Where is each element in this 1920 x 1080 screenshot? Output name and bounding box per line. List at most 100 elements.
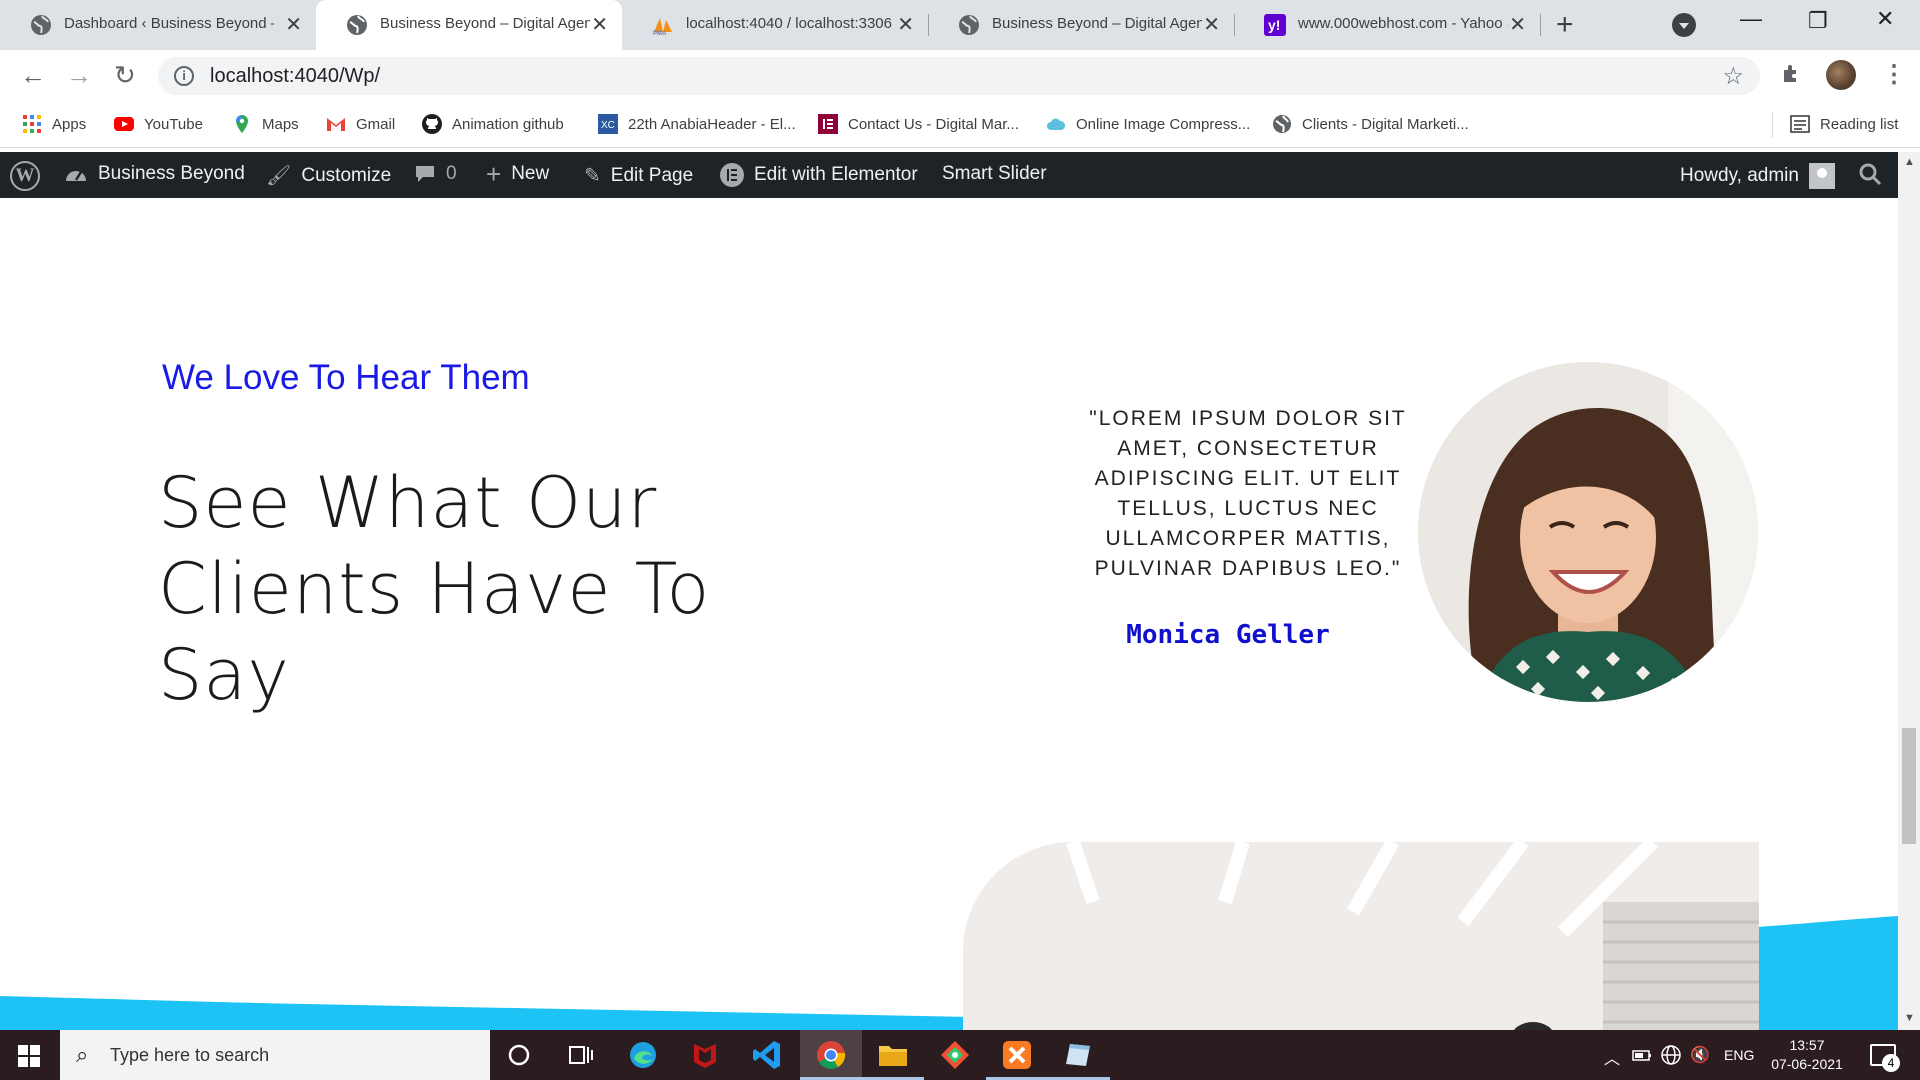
svg-text:XC: XC [601, 120, 615, 131]
file-explorer-icon[interactable] [876, 1038, 910, 1072]
chrome-icon[interactable] [814, 1038, 848, 1072]
svg-text:y!: y! [1268, 17, 1280, 33]
site-icon: XC [598, 114, 618, 134]
close-icon[interactable]: ✕ [591, 12, 608, 37]
mcafee-icon[interactable] [688, 1038, 722, 1072]
wp-edit-page-link[interactable]: ✎ Edit Page [584, 163, 693, 188]
reload-icon[interactable]: ↻ [114, 60, 136, 91]
phpmyadmin-icon: PMA [653, 18, 672, 36]
wp-edit-elementor-link[interactable]: Edit with Elementor [720, 163, 918, 187]
bookmark-youtube[interactable]: YouTube [114, 114, 203, 134]
system-clock[interactable]: 13:57 07-06-2021 [1762, 1036, 1852, 1074]
scrollbar-thumb[interactable] [1902, 728, 1916, 844]
chrome-menu-icon[interactable]: ⋮ [1882, 60, 1906, 89]
tab-title: Business Beyond – Digital Agenc [992, 15, 1202, 32]
search-icon: ⌕ [76, 1042, 89, 1067]
tab-divider [1540, 14, 1541, 36]
wp-search-button[interactable] [1858, 162, 1882, 186]
bookmark-animation-github[interactable]: Animation github [422, 114, 564, 134]
bookmark-anabia-header[interactable]: XC 22th AnabiaHeader - El... [598, 114, 796, 134]
wp-edit-page-label: Edit Page [610, 164, 694, 186]
edge-browser-icon[interactable] [626, 1038, 660, 1072]
browser-tab[interactable]: Dashboard ‹ Business Beyond — ✕ [0, 0, 316, 50]
globe-icon [959, 15, 979, 35]
task-view-icon[interactable] [564, 1038, 598, 1072]
notification-count-badge: 4 [1882, 1054, 1900, 1072]
scroll-down-arrow-icon[interactable]: ▼ [1904, 1012, 1915, 1024]
back-arrow-icon[interactable]: ← [20, 60, 46, 91]
xampp-icon[interactable] [1000, 1038, 1034, 1072]
scroll-up-arrow-icon[interactable]: ▲ [1904, 156, 1915, 168]
reading-list-button[interactable]: Reading list [1790, 114, 1898, 134]
bookmark-apps[interactable]: Apps [22, 114, 86, 134]
vscode-icon[interactable] [750, 1038, 784, 1072]
wp-account-menu[interactable]: Howdy, admin [1680, 163, 1835, 189]
tray-chevron-icon[interactable]: ︿ [1604, 1045, 1620, 1069]
pencil-icon: ✎ [584, 165, 601, 187]
elementor-icon [818, 114, 838, 134]
window-close-icon[interactable]: ✕ [1876, 6, 1894, 32]
bookmark-clients[interactable]: Clients - Digital Marketi... [1272, 114, 1469, 134]
wp-edit-elementor-label: Edit with Elementor [754, 164, 918, 185]
network-globe-icon[interactable] [1660, 1044, 1682, 1066]
windows-start-icon[interactable] [18, 1045, 40, 1067]
bookmark-star-icon[interactable]: ☆ [1722, 62, 1744, 91]
battery-icon[interactable] [1632, 1047, 1652, 1063]
plus-icon: + [486, 159, 502, 189]
wp-comments-link[interactable]: 0 [414, 163, 457, 185]
browser-tab-active[interactable]: Business Beyond – Digital Agenc ✕ [316, 0, 622, 50]
taskbar-search-box[interactable]: ⌕ Type here to search [60, 1030, 490, 1080]
forward-arrow-icon[interactable]: → [66, 60, 92, 91]
close-icon[interactable]: ✕ [285, 12, 302, 37]
comment-bubble-icon [416, 166, 434, 182]
bookmark-label: Clients - Digital Marketi... [1302, 115, 1469, 133]
tab-title: localhost:4040 / localhost:3306 / [686, 15, 896, 32]
gitkraken-icon[interactable] [938, 1038, 972, 1072]
bookmark-gmail[interactable]: Gmail [326, 114, 395, 134]
minimize-icon[interactable]: — [1740, 6, 1762, 32]
section-kicker: We Love To Hear Them [162, 358, 530, 397]
browser-tab-strip: Dashboard ‹ Business Beyond — ✕ Business… [0, 0, 1920, 50]
wp-new-link[interactable]: + New [486, 159, 549, 189]
extensions-puzzle-icon[interactable] [1780, 62, 1804, 86]
dashboard-gauge-icon [66, 171, 86, 181]
bookmark-image-compress[interactable]: Online Image Compress... [1046, 114, 1250, 134]
wp-smart-slider-link[interactable]: Smart Slider [942, 163, 1047, 185]
bookmarks-bar: Apps YouTube Maps Gmail Animation github… [0, 102, 1920, 148]
wp-customize-link[interactable]: 🖌 Customize [266, 163, 391, 188]
github-icon [422, 114, 442, 134]
browser-tab[interactable]: PMA localhost:4040 / localhost:3306 / ✕ [622, 0, 928, 50]
wordpress-logo-icon[interactable]: W [10, 161, 40, 191]
restore-icon[interactable]: ❐ [1808, 8, 1828, 34]
wp-comments-count: 0 [446, 163, 457, 184]
notes-app-icon[interactable] [1062, 1038, 1096, 1072]
address-url[interactable]: localhost:4040/Wp/ [210, 65, 380, 88]
address-bar[interactable]: i localhost:4040/Wp/ ☆ [158, 57, 1760, 95]
youtube-icon [114, 117, 134, 131]
bookmark-contact-us[interactable]: Contact Us - Digital Mar... [818, 114, 1019, 134]
profile-avatar[interactable] [1826, 60, 1856, 90]
new-tab-plus-icon[interactable]: + [1556, 8, 1574, 42]
close-icon[interactable]: ✕ [1509, 12, 1526, 37]
bookmark-label: Apps [52, 115, 87, 133]
headline-line: See What Our [158, 462, 658, 544]
page-scrollbar[interactable]: ▲ ▼ [1898, 152, 1920, 1030]
page-content: We Love To Hear Them See What Our Client… [0, 198, 1898, 1030]
site-info-icon[interactable]: i [174, 66, 194, 86]
bookmark-divider [1772, 112, 1773, 138]
close-icon[interactable]: ✕ [897, 12, 914, 37]
globe-icon [347, 15, 367, 35]
close-icon[interactable]: ✕ [1203, 12, 1220, 37]
browser-tab[interactable]: Business Beyond – Digital Agenc ✕ [928, 0, 1234, 50]
browser-tab[interactable]: y! www.000webhost.com - Yahoo S ✕ [1234, 0, 1540, 50]
cortana-icon[interactable] [502, 1038, 536, 1072]
reading-list-icon [1790, 115, 1810, 133]
wp-site-name-link[interactable]: Business Beyond [64, 163, 245, 185]
volume-muted-icon[interactable]: 🔇 [1690, 1045, 1710, 1065]
language-indicator[interactable]: ENG [1724, 1047, 1754, 1063]
windows-taskbar: ⌕ Type here to search ︿ 🔇 ENG 13:57 07-0… [0, 1030, 1920, 1080]
bookmark-maps[interactable]: Maps [232, 114, 299, 134]
elementor-icon [720, 163, 744, 187]
tab-search-icon[interactable] [1672, 13, 1696, 37]
office-ceiling-illustration [963, 842, 1759, 1030]
